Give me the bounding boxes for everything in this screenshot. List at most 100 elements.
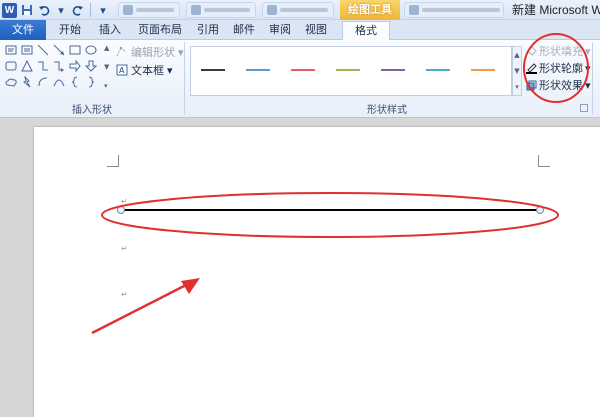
arc-shape-icon[interactable] xyxy=(36,75,49,88)
title-bar: W ▾ ▾ 绘图工具 新建 Microsoft Wo xyxy=(0,0,600,20)
line-shape-icon[interactable] xyxy=(36,43,49,56)
textbox-shape-icon[interactable] xyxy=(4,43,17,56)
shape-fill-label: 形状填充 xyxy=(539,45,583,58)
paint-bucket-icon xyxy=(527,45,537,56)
shape-styles-gallery[interactable] xyxy=(190,46,512,96)
insert-shapes-group-label: 插入形状 xyxy=(72,105,112,116)
tab-insert[interactable]: 插入 xyxy=(94,20,126,40)
text-box-button[interactable]: A 文本框 ▾ xyxy=(116,62,173,78)
rounded-rect-shape-icon[interactable] xyxy=(4,59,17,72)
undo-dropdown-icon[interactable]: ▾ xyxy=(54,3,68,17)
right-arrow-shape-icon[interactable] xyxy=(68,59,81,72)
customize-qat-icon[interactable]: ▾ xyxy=(96,3,110,17)
shape-effects-label: 形状效果 xyxy=(539,79,583,92)
shape-outline-button[interactable]: 形状轮廓 ▾ xyxy=(526,60,591,76)
shapes-gallery-scroll[interactable]: ▲ ▼ ▾ xyxy=(104,44,112,90)
left-brace-icon[interactable] xyxy=(68,75,81,88)
chevron-down-icon: ▾ xyxy=(167,63,173,77)
style-option-red[interactable] xyxy=(291,69,315,71)
shape-styles-dialog-launcher[interactable] xyxy=(580,104,588,112)
style-option-purple[interactable] xyxy=(381,69,405,71)
text-box-icon: A xyxy=(116,64,128,76)
window-icon xyxy=(123,5,133,15)
redo-icon[interactable] xyxy=(71,3,85,17)
svg-text:A: A xyxy=(119,66,125,75)
scroll-up-icon[interactable]: ▲ xyxy=(104,44,112,52)
tab-home[interactable]: 开始 xyxy=(54,20,86,40)
window-icon xyxy=(191,5,201,15)
blurred-text xyxy=(422,8,500,12)
margin-corner-mark xyxy=(107,155,119,167)
tab-format[interactable]: 格式 xyxy=(342,21,390,41)
style-option-dark[interactable] xyxy=(201,69,225,71)
blurred-text xyxy=(136,8,174,12)
rectangle-shape-icon[interactable] xyxy=(68,43,81,56)
shape-effects-icon xyxy=(526,80,537,90)
shape-fill-button[interactable]: 形状填充 ▾ xyxy=(526,43,591,59)
edit-shape-button[interactable]: 编辑形状 ▾ xyxy=(116,44,184,60)
blurred-text xyxy=(280,8,328,12)
shape-outline-label: 形状轮廓 xyxy=(539,62,583,75)
elbow-connector-icon[interactable] xyxy=(36,59,49,72)
tab-file[interactable]: 文件 xyxy=(0,20,46,40)
quick-access-toolbar: W ▾ ▾ xyxy=(2,1,110,19)
lightning-shape-icon[interactable] xyxy=(20,75,33,88)
style-option-blue[interactable] xyxy=(246,69,270,71)
insert-shapes-gallery[interactable] xyxy=(4,43,104,91)
edit-shape-label: 编辑形状 xyxy=(131,46,175,59)
scroll-down-icon[interactable]: ▼ xyxy=(514,67,519,75)
blurred-window-tab xyxy=(186,2,256,18)
shape-styles-group-label: 形状样式 xyxy=(367,105,407,116)
tab-mailings[interactable]: 邮件 xyxy=(228,20,260,40)
more-icon[interactable]: ▾ xyxy=(515,83,519,91)
group-separator xyxy=(592,42,593,115)
styles-gallery-scroll[interactable]: ▲ ▼ ▾ xyxy=(512,46,522,96)
triangle-shape-icon[interactable] xyxy=(20,59,33,72)
document-page[interactable]: ↵ ↵ ↵ xyxy=(34,127,600,417)
style-option-orange[interactable] xyxy=(471,69,495,71)
drawing-tools-context-label: 绘图工具 xyxy=(340,0,400,20)
curve-shape-icon[interactable] xyxy=(52,75,65,88)
tab-review[interactable]: 审阅 xyxy=(264,20,296,40)
window-title: 新建 Microsoft Wo xyxy=(512,3,600,17)
tab-view[interactable]: 视图 xyxy=(300,20,332,40)
blurred-text xyxy=(204,8,250,12)
blurred-window-tab xyxy=(404,2,504,18)
scroll-up-icon[interactable]: ▲ xyxy=(514,51,519,59)
cloud-shape-icon[interactable] xyxy=(4,75,17,88)
paragraph-mark: ↵ xyxy=(121,244,128,253)
qat-separator xyxy=(90,3,91,17)
document-area: ↵ ↵ ↵ xyxy=(0,119,600,417)
window-icon xyxy=(409,5,419,15)
right-brace-icon[interactable] xyxy=(84,75,97,88)
paragraph-mark: ↵ xyxy=(121,290,128,299)
group-separator xyxy=(184,42,185,115)
ribbon: ▲ ▼ ▾ 编辑形状 ▾ A 文本框 ▾ 插入形状 ▲ ▼ ▾ 形状填充 ▾ 形… xyxy=(0,40,600,118)
style-option-aqua[interactable] xyxy=(426,69,450,71)
paragraph-mark: ↵ xyxy=(121,197,128,206)
blurred-window-tab xyxy=(262,2,334,18)
arrow-line-shape-icon[interactable] xyxy=(52,43,65,56)
elbow-arrow-icon[interactable] xyxy=(52,59,65,72)
chevron-down-icon: ▾ xyxy=(585,78,591,92)
save-icon[interactable] xyxy=(20,3,34,17)
scroll-down-icon[interactable]: ▼ xyxy=(104,63,112,71)
edit-shape-icon xyxy=(116,46,127,57)
style-option-green[interactable] xyxy=(336,69,360,71)
shape-effects-button[interactable]: 形状效果 ▾ xyxy=(526,77,591,93)
vertical-textbox-icon[interactable] xyxy=(20,43,33,56)
down-arrow-shape-icon[interactable] xyxy=(84,59,97,72)
tab-references[interactable]: 引用 xyxy=(192,20,224,40)
chevron-down-icon: ▾ xyxy=(585,44,591,58)
word-logo-icon[interactable]: W xyxy=(2,2,17,18)
margin-corner-mark xyxy=(538,155,550,167)
blurred-window-tab xyxy=(118,2,180,18)
window-icon xyxy=(267,5,277,15)
text-box-label: 文本框 xyxy=(131,64,164,77)
undo-icon[interactable] xyxy=(37,3,51,17)
oval-shape-icon[interactable] xyxy=(84,43,97,56)
tab-page-layout[interactable]: 页面布局 xyxy=(132,20,188,40)
more-icon[interactable]: ▾ xyxy=(104,82,112,90)
ribbon-tab-row: 文件 开始 插入 页面布局 引用 邮件 审阅 视图 格式 xyxy=(0,20,600,41)
chevron-down-icon: ▾ xyxy=(585,61,591,75)
